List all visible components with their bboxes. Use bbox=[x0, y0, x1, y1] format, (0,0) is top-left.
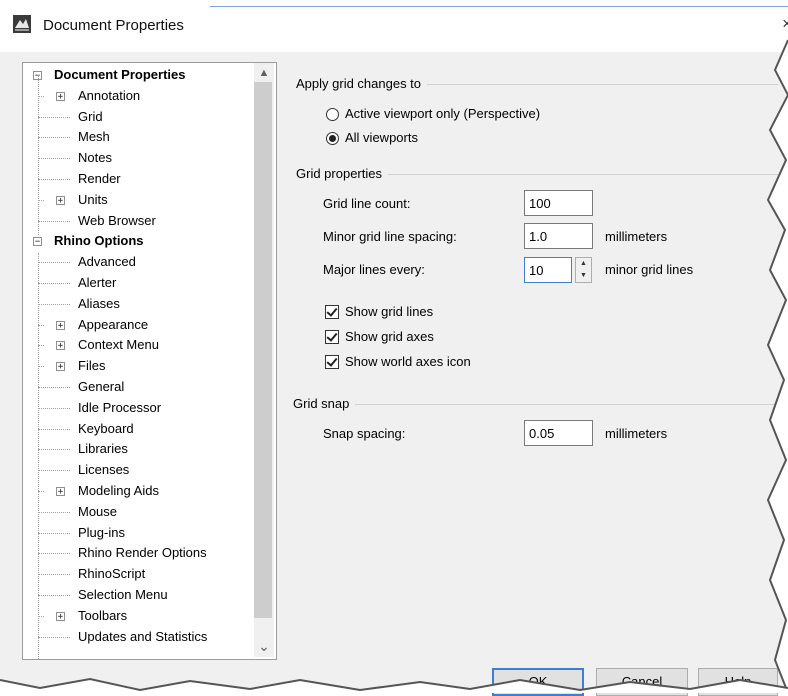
tree-connector bbox=[38, 449, 70, 451]
expand-icon[interactable]: + bbox=[56, 91, 65, 101]
active-viewport-radio[interactable] bbox=[326, 108, 339, 121]
tree-item[interactable]: Document Properties bbox=[54, 65, 185, 85]
tree-item[interactable]: Updates and Statistics bbox=[78, 627, 207, 647]
tree-item[interactable]: Grid bbox=[78, 107, 103, 127]
tree-item[interactable]: Notes bbox=[78, 148, 112, 168]
tree-item[interactable]: Render bbox=[78, 169, 121, 189]
window-border bbox=[210, 6, 788, 7]
tree-connector bbox=[38, 220, 70, 222]
tree-item[interactable]: Toolbars bbox=[78, 606, 127, 626]
window-title: Document Properties bbox=[43, 17, 184, 34]
all-viewports-label: All viewports bbox=[345, 130, 418, 145]
title-bar: Document Properties × bbox=[0, 0, 788, 52]
tree-connector bbox=[38, 553, 70, 555]
tree-scroll-thumb[interactable] bbox=[254, 82, 272, 618]
scroll-up-icon[interactable]: ▲ bbox=[254, 64, 274, 82]
tree-connector bbox=[38, 116, 70, 118]
major-every-stepper[interactable]: ▲ ▼ bbox=[575, 257, 592, 283]
grid-properties-heading: Grid properties bbox=[296, 166, 388, 181]
snap-spacing-unit: millimeters bbox=[605, 426, 668, 441]
tree-item[interactable]: Units bbox=[78, 190, 108, 210]
tree-item[interactable]: Rhino Render Options bbox=[78, 543, 207, 563]
expand-icon[interactable]: + bbox=[56, 341, 65, 351]
tree-item[interactable]: Rhino Options bbox=[54, 231, 144, 251]
expand-icon[interactable]: + bbox=[56, 195, 65, 205]
tree-item[interactable]: Web Browser bbox=[78, 211, 156, 231]
major-every-label: Major lines every: bbox=[323, 262, 425, 277]
show-grid-axes-label: Show grid axes bbox=[345, 329, 434, 344]
tree-item[interactable]: Context Menu bbox=[78, 335, 159, 355]
spin-down-icon[interactable]: ▼ bbox=[576, 270, 591, 282]
tree-connector bbox=[38, 303, 70, 305]
tree-connector bbox=[38, 511, 70, 513]
collapse-icon[interactable]: − bbox=[33, 237, 42, 247]
tree-item[interactable]: Advanced bbox=[78, 252, 136, 272]
expand-icon[interactable]: + bbox=[56, 487, 65, 497]
close-icon[interactable]: × bbox=[782, 14, 788, 34]
scroll-down-icon[interactable]: ⌄ bbox=[254, 637, 274, 655]
tree-item[interactable]: General bbox=[78, 377, 124, 397]
tree-connector bbox=[38, 532, 70, 534]
snap-spacing-input[interactable] bbox=[524, 420, 593, 446]
tree-connector bbox=[38, 636, 70, 638]
tree-connector bbox=[38, 179, 70, 180]
minor-spacing-label: Minor grid line spacing: bbox=[323, 229, 457, 244]
tree-item[interactable]: Mouse bbox=[78, 502, 117, 522]
grid-line-count-label: Grid line count: bbox=[323, 196, 411, 211]
apply-grid-heading: Apply grid changes to bbox=[296, 76, 428, 91]
tree-connector bbox=[38, 253, 39, 659]
ok-button[interactable]: OK bbox=[492, 668, 584, 696]
rhino-app-icon bbox=[13, 15, 31, 33]
tree-connector bbox=[38, 574, 70, 576]
help-button[interactable]: Help bbox=[698, 668, 778, 696]
tree-connector bbox=[38, 75, 39, 235]
major-every-unit: minor grid lines bbox=[605, 262, 694, 277]
show-world-axes-label: Show world axes icon bbox=[345, 354, 471, 369]
tree-item[interactable]: Idle Processor bbox=[78, 398, 161, 418]
tree-item[interactable]: Keyboard bbox=[78, 419, 134, 439]
show-grid-axes-checkbox[interactable] bbox=[325, 330, 339, 344]
grid-snap-line bbox=[293, 404, 775, 405]
cancel-button[interactable]: Cancel bbox=[596, 668, 688, 696]
tree-item[interactable]: Mesh bbox=[78, 127, 110, 147]
tree-item[interactable]: RhinoScript bbox=[78, 564, 145, 584]
spin-up-icon[interactable]: ▲ bbox=[576, 258, 591, 270]
tree-item[interactable]: Selection Menu bbox=[78, 585, 168, 605]
major-every-input[interactable] bbox=[524, 257, 572, 283]
tree-item[interactable]: Licenses bbox=[78, 460, 129, 480]
tree-connector bbox=[38, 283, 70, 284]
show-grid-lines-checkbox[interactable] bbox=[325, 305, 339, 319]
tree-item[interactable]: Libraries bbox=[78, 439, 128, 459]
active-viewport-label: Active viewport only (Perspective) bbox=[345, 106, 541, 121]
expand-icon[interactable]: + bbox=[56, 362, 65, 372]
grid-line-count-input[interactable] bbox=[524, 190, 593, 216]
tree-item[interactable]: Modeling Aids bbox=[78, 481, 159, 501]
tree-connector bbox=[38, 137, 70, 139]
tree-item[interactable]: Annotation bbox=[78, 86, 140, 106]
tree-connector bbox=[38, 158, 70, 160]
options-tree[interactable]: − Document Properties + Annotation Grid Mesh N… bbox=[22, 62, 277, 660]
tree-item[interactable]: Plug-ins bbox=[78, 523, 125, 543]
tree-item[interactable]: Appearance bbox=[78, 315, 148, 335]
all-viewports-radio[interactable] bbox=[326, 132, 339, 145]
tree-item[interactable]: Alerter bbox=[78, 273, 116, 293]
tree-connector bbox=[38, 595, 70, 596]
show-grid-lines-label: Show grid lines bbox=[345, 304, 434, 319]
tree-connector bbox=[38, 428, 70, 430]
tree-item[interactable]: Files bbox=[78, 356, 105, 376]
minor-spacing-unit: millimeters bbox=[605, 229, 668, 244]
tree-item[interactable]: Aliases bbox=[78, 294, 120, 314]
grid-snap-heading: Grid snap bbox=[293, 396, 356, 411]
tree-connector bbox=[38, 470, 70, 472]
tree-connector bbox=[38, 387, 70, 388]
tree-connector bbox=[38, 407, 70, 409]
show-world-axes-checkbox[interactable] bbox=[325, 355, 339, 369]
expand-icon[interactable]: + bbox=[56, 320, 65, 330]
expand-icon[interactable]: + bbox=[56, 611, 65, 621]
tree-connector bbox=[38, 262, 70, 264]
snap-spacing-label: Snap spacing: bbox=[323, 426, 406, 441]
minor-spacing-input[interactable] bbox=[524, 223, 593, 249]
